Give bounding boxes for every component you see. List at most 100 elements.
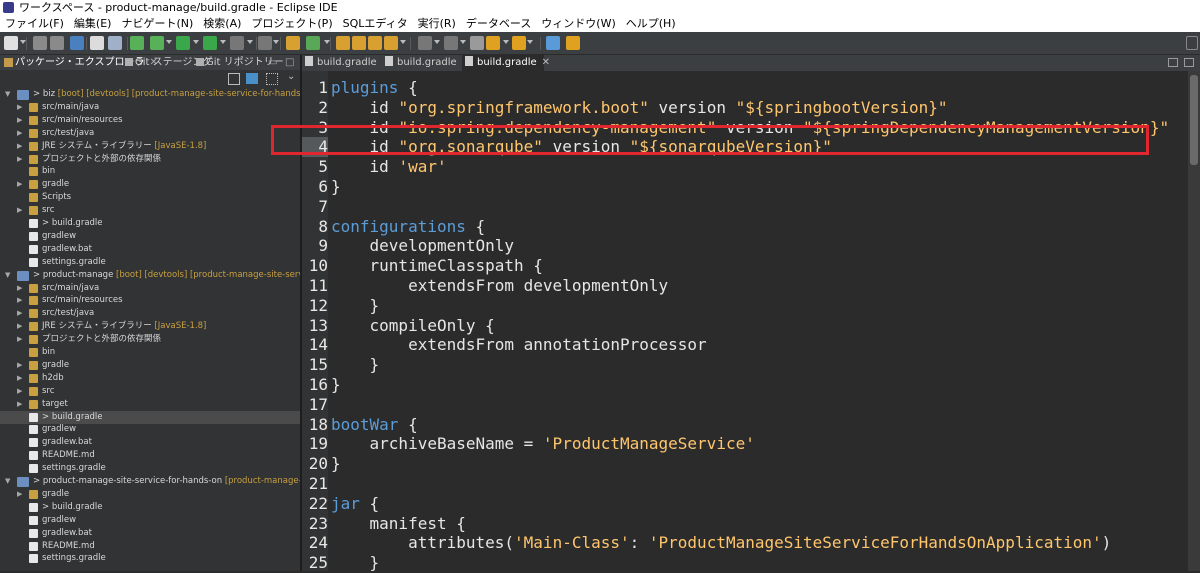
tree-item[interactable]: ▼ > product-manage-site-service-for-hands… bbox=[0, 475, 300, 488]
tree-item[interactable]: README.md bbox=[0, 449, 300, 462]
tree-item[interactable]: ▶ src/main/java bbox=[0, 282, 300, 295]
collapsed-arrow-icon[interactable]: ▶ bbox=[17, 101, 22, 114]
tree-item[interactable]: > build.gradle bbox=[0, 410, 300, 424]
tree-item[interactable]: gradlew bbox=[0, 230, 300, 243]
tree-item[interactable]: ▶ h2db bbox=[0, 372, 300, 385]
tree-item[interactable]: ▼ > product-manage [boot] [devtools] [pro… bbox=[0, 269, 300, 282]
collapsed-arrow-icon[interactable]: ▶ bbox=[17, 320, 22, 333]
quick-access-input[interactable] bbox=[1186, 36, 1198, 50]
tree-item[interactable]: gradlew.bat bbox=[0, 436, 300, 449]
scrollbar-thumb[interactable] bbox=[1190, 75, 1198, 165]
menu-item[interactable]: SQLエディタ bbox=[338, 16, 413, 32]
tree-item[interactable]: ▶ src/test/java bbox=[0, 127, 300, 140]
external-tools-icon[interactable] bbox=[258, 36, 272, 50]
run-icon[interactable] bbox=[176, 36, 190, 50]
tree-item[interactable]: gradlew bbox=[0, 423, 300, 436]
open-resource-icon[interactable] bbox=[352, 36, 366, 50]
dropdown-arrow-icon[interactable] bbox=[193, 40, 199, 44]
gradle-icon[interactable] bbox=[130, 36, 144, 50]
tree-item[interactable]: ▶ src bbox=[0, 385, 300, 398]
search-dropdown-icon[interactable] bbox=[384, 36, 398, 50]
code-line[interactable]: } bbox=[331, 355, 380, 375]
open-type-icon[interactable] bbox=[336, 36, 350, 50]
save-all-icon[interactable] bbox=[50, 36, 64, 50]
dropdown-arrow-icon[interactable] bbox=[324, 40, 330, 44]
dropdown-arrow-icon[interactable] bbox=[527, 40, 533, 44]
menu-item[interactable]: プロジェクト(P) bbox=[246, 16, 337, 32]
search-icon[interactable] bbox=[368, 36, 382, 50]
tree-item[interactable]: ▶ target bbox=[0, 398, 300, 411]
tree-item[interactable]: bin bbox=[0, 165, 300, 178]
collapsed-arrow-icon[interactable]: ▶ bbox=[17, 488, 22, 501]
menu-item[interactable]: ウィンドウ(W) bbox=[536, 16, 620, 32]
tree-item[interactable]: ▶ プロジェクトと外部の依存関係 bbox=[0, 153, 300, 166]
vertical-scrollbar[interactable] bbox=[1188, 71, 1200, 571]
tree-item[interactable]: ▼ > biz [boot] [devtools] [product-manage… bbox=[0, 88, 300, 101]
last-edit-icon[interactable] bbox=[470, 36, 484, 50]
expanded-arrow-icon[interactable]: ▼ bbox=[5, 269, 10, 282]
dropdown-arrow-icon[interactable] bbox=[166, 40, 172, 44]
prev-annotation-icon[interactable] bbox=[444, 36, 458, 50]
tree-item[interactable]: settings.gradle bbox=[0, 552, 300, 565]
tree-item[interactable]: gradlew.bat bbox=[0, 243, 300, 256]
tree-item[interactable]: gradlew bbox=[0, 514, 300, 527]
collapsed-arrow-icon[interactable]: ▶ bbox=[17, 294, 22, 307]
tree-item[interactable]: ▶ gradle bbox=[0, 359, 300, 372]
next-annotation-icon[interactable] bbox=[418, 36, 432, 50]
collapsed-arrow-icon[interactable]: ▶ bbox=[17, 372, 22, 385]
run-config-icon[interactable] bbox=[203, 36, 217, 50]
collapsed-arrow-icon[interactable]: ▶ bbox=[17, 385, 22, 398]
tree-item[interactable]: ▶ src bbox=[0, 204, 300, 217]
code-line[interactable]: jar { bbox=[331, 494, 379, 514]
menu-item[interactable]: データベース bbox=[461, 16, 536, 32]
editor-tab[interactable]: build.gradle ✕ bbox=[462, 55, 550, 71]
dropdown-arrow-icon[interactable] bbox=[247, 40, 253, 44]
code-line[interactable]: plugins { bbox=[331, 78, 418, 98]
collapsed-arrow-icon[interactable]: ▶ bbox=[17, 127, 22, 140]
tree-item[interactable]: bin bbox=[0, 346, 300, 359]
code-line[interactable]: developmentOnly bbox=[331, 236, 515, 256]
back-icon[interactable] bbox=[486, 36, 500, 50]
dropdown-arrow-icon[interactable] bbox=[220, 40, 226, 44]
code-line[interactable]: id "org.springframework.boot" version "$… bbox=[331, 98, 948, 118]
menu-item[interactable]: 編集(E) bbox=[69, 16, 117, 32]
collapsed-arrow-icon[interactable]: ▶ bbox=[17, 359, 22, 372]
tree-item[interactable]: Scripts bbox=[0, 191, 300, 204]
tree-item[interactable]: ▶ src/main/java bbox=[0, 101, 300, 114]
refresh-icon[interactable] bbox=[566, 36, 580, 50]
tree-item[interactable]: ▶ プロジェクトと外部の依存関係 bbox=[0, 333, 300, 346]
dropdown-arrow-icon[interactable] bbox=[400, 40, 406, 44]
collapsed-arrow-icon[interactable]: ▶ bbox=[17, 178, 22, 191]
new-class-icon[interactable] bbox=[286, 36, 300, 50]
tree-item[interactable]: ▶ JRE システム・ライブラリー [JavaSE-1.8] bbox=[0, 320, 300, 333]
dropdown-arrow-icon[interactable] bbox=[460, 40, 466, 44]
tree-item[interactable]: ▶ JRE システム・ライブラリー [JavaSE-1.8] bbox=[0, 140, 300, 153]
collapsed-arrow-icon[interactable]: ▶ bbox=[17, 114, 22, 127]
collapsed-arrow-icon[interactable]: ▶ bbox=[17, 153, 22, 166]
tree-item[interactable]: ▶ src/main/resources bbox=[0, 114, 300, 127]
code-line[interactable]: bootWar { bbox=[331, 415, 418, 435]
tree-item[interactable]: ▶ gradle bbox=[0, 178, 300, 191]
close-icon[interactable]: ✕ bbox=[542, 57, 550, 68]
code-line[interactable]: manifest { bbox=[331, 514, 466, 534]
code-line[interactable]: runtimeClasspath { bbox=[331, 256, 543, 276]
terminal-icon[interactable] bbox=[70, 36, 84, 50]
tree-item[interactable]: ▶ src/test/java bbox=[0, 307, 300, 320]
view-menu-icon[interactable]: ⌄ bbox=[287, 71, 295, 82]
tree-item[interactable]: gradlew.bat bbox=[0, 527, 300, 540]
dropdown-arrow-icon[interactable] bbox=[273, 40, 279, 44]
tree-item[interactable]: README.md bbox=[0, 540, 300, 553]
forward-icon[interactable] bbox=[512, 36, 526, 50]
new-icon[interactable] bbox=[4, 36, 18, 50]
expanded-arrow-icon[interactable]: ▼ bbox=[5, 475, 10, 488]
code-line[interactable]: } bbox=[331, 177, 341, 197]
code-line[interactable]: configurations { bbox=[331, 217, 485, 237]
tree-item[interactable]: settings.gradle bbox=[0, 462, 300, 475]
code-line[interactable]: } bbox=[331, 375, 341, 395]
save-icon[interactable] bbox=[33, 36, 47, 50]
editor-tab[interactable]: build.gradle bbox=[382, 55, 460, 71]
new-package-icon[interactable] bbox=[306, 36, 320, 50]
code-line[interactable]: extendsFrom annotationProcessor bbox=[331, 335, 707, 355]
minimize-icon[interactable]: ▭ bbox=[268, 55, 277, 70]
menu-item[interactable]: ヘルプ(H) bbox=[621, 16, 681, 32]
